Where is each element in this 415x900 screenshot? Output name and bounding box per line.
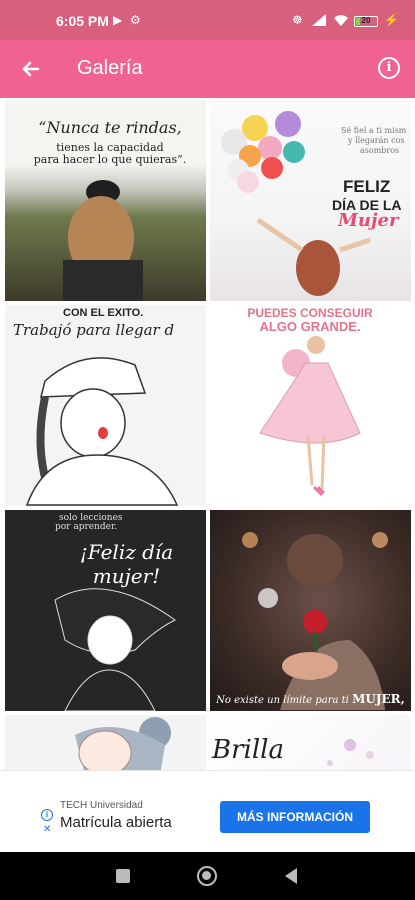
girl-bun-illustration xyxy=(75,717,171,770)
gallery-grid[interactable]: “Nunca te rindas, tienes la capacidad pa… xyxy=(0,98,415,770)
tile-quote: FELIZ xyxy=(343,177,391,196)
arrow-back-icon[interactable] xyxy=(14,53,48,85)
gallery-tile[interactable]: Sé fiel a ti mism y llegarán cos asombro… xyxy=(210,100,411,301)
glitter-decoration xyxy=(327,739,374,766)
gallery-tile[interactable]: No existe un límite para ti MUJER, xyxy=(210,510,411,711)
tile-quote-part: No existe un límite para ti xyxy=(216,695,349,706)
tile-quote: Sé fiel a ti mism xyxy=(341,126,407,135)
ad-info-icon[interactable]: i xyxy=(41,809,53,821)
battery-percent: 20 xyxy=(361,16,371,25)
gallery-tile[interactable]: CON EL EXITO. Trabajó para llegar d xyxy=(5,305,206,506)
ad-headline[interactable]: Matrícula abierta xyxy=(60,814,172,831)
tile-quote: No existe un límite para ti MUJER, xyxy=(210,692,411,706)
tile-quote: Mujer xyxy=(338,210,399,231)
gallery-tile[interactable] xyxy=(5,715,206,770)
signal-icon xyxy=(312,14,326,26)
tile-quote: y llegarán cos xyxy=(348,136,405,145)
gallery-tile[interactable]: solo lecciones por aprender. ¡Feliz día … xyxy=(5,510,206,711)
gallery-tile[interactable]: Brilla xyxy=(210,715,411,770)
dancing-woman-illustration xyxy=(259,336,361,497)
girl-cap-illustration xyxy=(25,357,179,506)
ad-cta-button[interactable]: MÁS INFORMACIÓN xyxy=(220,801,370,833)
settings-icon: ⚙ xyxy=(130,13,141,27)
gallery-tile[interactable]: PUEDES CONSEGUIR ALGO GRANDE. xyxy=(210,305,411,506)
tile-quote: asombros xyxy=(360,146,400,155)
system-nav-bar xyxy=(0,852,415,900)
wifi-icon xyxy=(334,15,348,26)
app-bar: Galería i xyxy=(0,40,415,98)
rose-photo xyxy=(242,532,388,710)
charging-icon: ⚡ xyxy=(384,13,399,27)
ad-banner[interactable]: i ✕ TECH Universidad Matrícula abierta M… xyxy=(0,770,415,852)
home-button[interactable] xyxy=(197,866,217,886)
woman-hat-photo xyxy=(63,180,143,301)
status-bar: 6:05 PM ▶ ⚙ ☸ 20 ⚡ xyxy=(0,0,415,40)
ad-close-icon[interactable]: ✕ xyxy=(43,824,51,835)
gallery-tile[interactable]: “Nunca te rindas, tienes la capacidad pa… xyxy=(5,100,206,301)
status-time: 6:05 PM xyxy=(56,13,109,29)
app-screen: 6:05 PM ▶ ⚙ ☸ 20 ⚡ Galería i “Nunca te r… xyxy=(0,0,415,900)
girl-wind-illustration xyxy=(54,588,176,711)
back-button[interactable] xyxy=(285,868,297,884)
recents-button[interactable] xyxy=(116,869,130,883)
ad-source: TECH Universidad xyxy=(60,800,143,811)
play-icon: ▶ xyxy=(113,13,123,27)
battery-icon: 20 xyxy=(354,16,378,27)
info-icon[interactable]: i xyxy=(378,57,400,79)
tile-quote-part: MUJER, xyxy=(352,692,405,706)
vibrate-icon: ☸ xyxy=(292,13,303,27)
page-title: Galería xyxy=(77,57,143,79)
